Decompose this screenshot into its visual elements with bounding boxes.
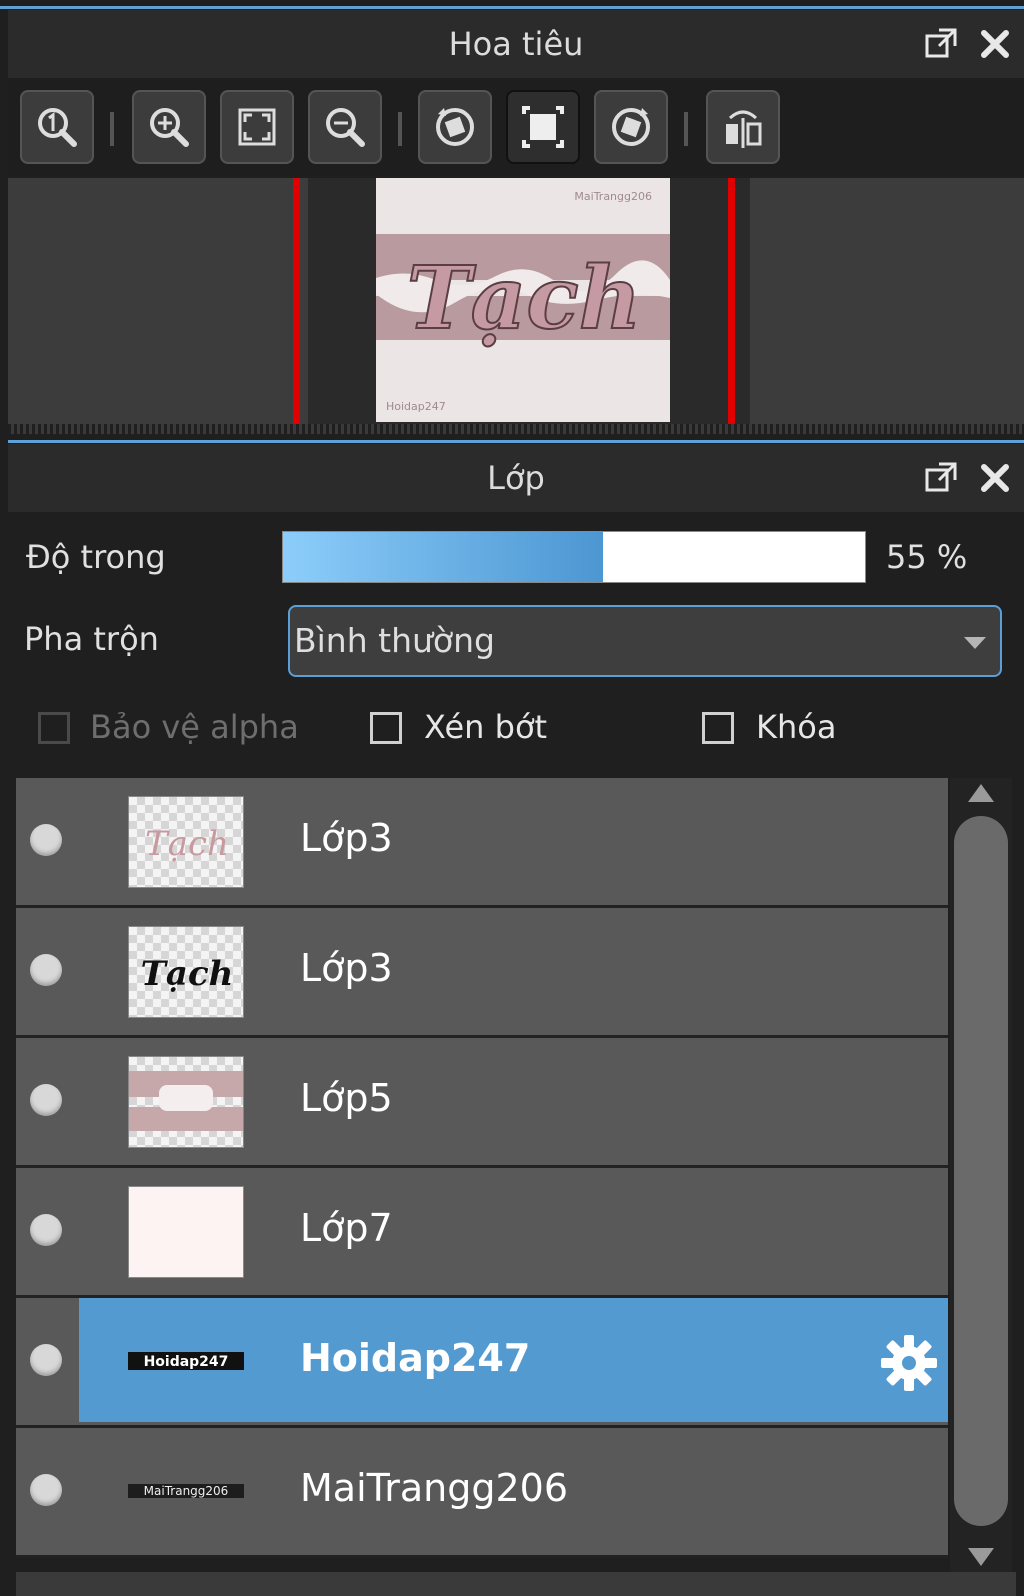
zoom-actual-size-icon: [38, 108, 77, 147]
opacity-label: Độ trong: [26, 538, 166, 576]
flip-horizontal-button[interactable]: [706, 90, 780, 164]
layer-name: MaiTrangg206: [300, 1466, 569, 1510]
layer-row[interactable]: Tạch Lớp3: [16, 778, 948, 908]
visibility-toggle-icon[interactable]: [30, 1474, 62, 1506]
zoom-in-button[interactable]: [132, 90, 206, 164]
layer-name: Lớp7: [300, 1206, 393, 1250]
panel-divider: [8, 440, 1024, 443]
zoom-actual-size-button[interactable]: [20, 90, 94, 164]
preview-watermark-top: MaiTrangg206: [574, 190, 652, 203]
opacity-value: 55 %: [886, 538, 968, 576]
panel-splitter[interactable]: [8, 424, 1024, 434]
lock-checkbox[interactable]: [702, 712, 734, 744]
rotate-left-icon: [436, 108, 474, 146]
svg-text:MaiTrangg206: MaiTrangg206: [144, 1484, 229, 1498]
layer-thumbnail: [128, 1186, 244, 1278]
rotate-right-icon: [612, 108, 650, 146]
svg-text:Tạch: Tạch: [141, 954, 234, 994]
bottom-toolbar-edge: [16, 1572, 1016, 1596]
navigator-close-icon[interactable]: [980, 10, 1010, 78]
layer-name: Lớp3: [300, 946, 393, 990]
chevron-down-icon: [964, 637, 986, 649]
zoom-out-button[interactable]: [308, 90, 382, 164]
toolbar-separator: [684, 112, 688, 146]
layers-title: Lớp: [487, 459, 545, 497]
toolbar-separator: [110, 112, 114, 146]
opacity-slider[interactable]: [282, 531, 866, 583]
scroll-up-icon[interactable]: [950, 778, 1012, 808]
fit-to-window-button[interactable]: [220, 90, 294, 164]
visibility-toggle-icon[interactable]: [30, 1214, 62, 1246]
layer-row[interactable]: Tạch Lớp3: [16, 908, 948, 1038]
navigator-view[interactable]: Tạch MaiTrangg206 Hoidap247: [8, 178, 1024, 424]
toolbar-separator: [398, 112, 402, 146]
layer-name: Lớp5: [300, 1076, 393, 1120]
viewport-right-guide: [728, 178, 735, 424]
opacity-slider-fill: [283, 532, 604, 582]
visibility-toggle-icon[interactable]: [30, 824, 62, 856]
svg-text:Hoidap247: Hoidap247: [144, 1354, 229, 1370]
layer-row[interactable]: Lớp5: [16, 1038, 948, 1168]
blend-mode-label: Pha trộn: [24, 620, 159, 658]
protect-alpha-checkbox[interactable]: [38, 712, 70, 744]
visibility-toggle-icon[interactable]: [30, 954, 62, 986]
layer-row[interactable]: MaiTrangg206 MaiTrangg206: [16, 1428, 948, 1558]
layer-thumbnail: Tạch: [128, 926, 244, 1018]
rotate-right-button[interactable]: [594, 90, 668, 164]
layer-name: Lớp3: [300, 816, 393, 860]
lock-label: Khóa: [756, 708, 837, 746]
viewport-left-guide: [293, 178, 300, 424]
layer-thumbnail: Hoidap247: [128, 1316, 244, 1408]
preview-main-text: Tạch: [407, 248, 642, 349]
layer-thumbnail: Tạch: [128, 796, 244, 888]
svg-text:Tạch: Tạch: [145, 824, 229, 864]
rotate-left-button[interactable]: [418, 90, 492, 164]
clipping-checkbox[interactable]: [370, 712, 402, 744]
canvas-preview-image: Tạch MaiTrangg206 Hoidap247: [376, 178, 670, 422]
preview-watermark-bottom: Hoidap247: [386, 400, 446, 413]
scrollbar-thumb[interactable]: [954, 816, 1008, 1526]
visibility-toggle-icon[interactable]: [30, 1344, 62, 1376]
layers-close-icon[interactable]: [980, 444, 1010, 512]
scroll-down-icon[interactable]: [950, 1542, 1012, 1572]
layer-row[interactable]: Lớp7: [16, 1168, 948, 1298]
blend-mode-select[interactable]: Bình thường: [288, 605, 1002, 677]
layers-popout-icon[interactable]: [924, 444, 958, 512]
zoom-out-icon: [326, 108, 365, 147]
navigator-popout-icon[interactable]: [924, 10, 958, 78]
blend-mode-value: Bình thường: [294, 621, 495, 660]
layer-thumbnail: [128, 1056, 244, 1148]
navigator-title: Hoa tiêu: [448, 25, 584, 63]
reset-view-icon: [522, 106, 564, 148]
layers-panel-header: Lớp: [8, 444, 1024, 512]
panel-top-border: [0, 6, 1024, 9]
layer-properties-gear-icon[interactable]: [878, 1332, 940, 1398]
layer-name: Hoidap247: [300, 1336, 531, 1380]
layer-row-selected[interactable]: Hoidap247 Hoidap247: [16, 1298, 948, 1428]
zoom-in-icon: [150, 108, 189, 147]
visibility-toggle-icon[interactable]: [30, 1084, 62, 1116]
fit-to-window-icon: [238, 108, 276, 146]
flip-horizontal-icon: [726, 110, 762, 148]
reset-view-button[interactable]: [506, 90, 580, 164]
navigator-toolbar: [8, 78, 1024, 176]
layer-list-scrollbar[interactable]: [950, 778, 1012, 1572]
clipping-label: Xén bớt: [424, 708, 548, 746]
protect-alpha-label: Bảo vệ alpha: [90, 708, 299, 746]
navigator-panel-header: Hoa tiêu: [8, 10, 1024, 78]
layer-list: Tạch Lớp3 Tạch Lớp3 Lớp5 Lớp7 Hoidap247 …: [16, 778, 948, 1572]
layer-thumbnail: MaiTrangg206: [128, 1446, 244, 1538]
